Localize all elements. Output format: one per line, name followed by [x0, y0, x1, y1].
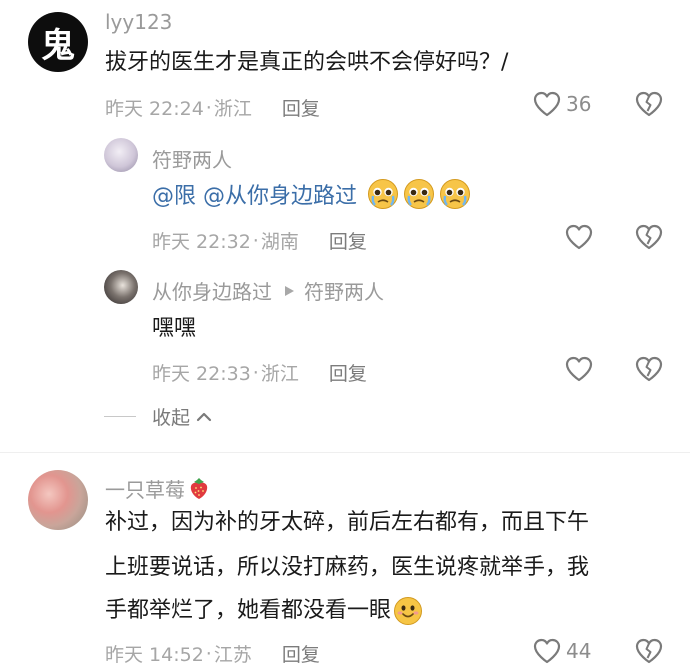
- reply-text: 嘿嘿: [152, 316, 197, 341]
- dislike-button[interactable]: [635, 91, 663, 117]
- broken-heart-icon: [635, 224, 663, 250]
- avatar[interactable]: [28, 470, 88, 530]
- comment-text-line: 手都举烂了，她看都没看一眼: [105, 598, 392, 623]
- comment-location: 浙江: [213, 98, 252, 120]
- reply-button[interactable]: 回复: [329, 359, 367, 386]
- heart-icon: [565, 356, 593, 382]
- pleading-emoji-icon: [368, 179, 398, 209]
- dislike-button[interactable]: [635, 638, 663, 664]
- broken-heart-icon: [635, 356, 663, 382]
- comment-meta: 昨天 22:24 · 浙江 回复: [105, 94, 320, 121]
- divider-line: [104, 416, 136, 417]
- separator: ·: [205, 642, 212, 665]
- chevron-up-icon: [196, 412, 212, 421]
- heart-icon: [533, 638, 561, 664]
- strawberry-icon: [190, 477, 208, 499]
- smile-emoji-icon: [394, 597, 423, 625]
- comment-time: 昨天 14:52: [105, 644, 204, 666]
- comment-header: 一只草莓: [105, 474, 210, 503]
- reply-button[interactable]: 回复: [282, 640, 320, 667]
- comment-text-line: 补过，因为补的牙太碎，前后左右都有，而且下午: [105, 510, 590, 535]
- reply-button[interactable]: 回复: [282, 94, 320, 121]
- separator: ·: [252, 361, 259, 384]
- reply-username[interactable]: 从你身边路过: [152, 276, 272, 305]
- collapse-label: 收起: [152, 407, 191, 429]
- comment-text-last-line: 手都举烂了，她看都没看一眼: [105, 596, 423, 626]
- collapse-replies-button[interactable]: 收起: [104, 403, 212, 430]
- comment-text-line: 上班要说话，所以没打麻药，医生说疼就举手，我: [105, 555, 590, 580]
- like-button[interactable]: 44: [533, 638, 591, 664]
- comment-username[interactable]: 一只草莓: [105, 474, 185, 503]
- dislike-button[interactable]: [635, 356, 663, 382]
- reply-location: 湖南: [260, 231, 299, 253]
- divider: [0, 452, 690, 453]
- heart-icon: [533, 91, 561, 117]
- comment-location: 江苏: [213, 644, 252, 666]
- like-button[interactable]: 36: [533, 91, 591, 117]
- pleading-emoji-icon: [404, 179, 434, 209]
- dislike-button[interactable]: [635, 224, 663, 250]
- comment-time: 昨天 22:24: [105, 98, 204, 120]
- reply-meta: 昨天 22:32 · 湖南 回复: [152, 227, 367, 254]
- broken-heart-icon: [635, 91, 663, 117]
- separator: ·: [252, 229, 259, 252]
- like-button[interactable]: [565, 356, 593, 382]
- reply-avatar[interactable]: [104, 138, 138, 172]
- comment-text: 拔牙的医生才是真正的会哄不会停好吗？/: [105, 50, 509, 75]
- like-button[interactable]: [565, 224, 593, 250]
- like-count: 44: [566, 639, 592, 663]
- like-count: 36: [566, 92, 592, 116]
- separator: ·: [205, 96, 212, 119]
- reply-time: 昨天 22:33: [152, 363, 251, 385]
- reply-avatar[interactable]: [104, 270, 138, 304]
- reply-to-username[interactable]: 符野两人: [304, 276, 384, 305]
- reply-location: 浙江: [260, 363, 299, 385]
- comment-username[interactable]: lyy123: [105, 10, 172, 34]
- reply-header: 从你身边路过 符野两人: [152, 276, 384, 305]
- reply-meta: 昨天 22:33 · 浙江 回复: [152, 359, 367, 386]
- play-arrow-icon: [285, 285, 294, 296]
- heart-icon: [565, 224, 593, 250]
- mention-text[interactable]: @限 @从你身边路过: [152, 178, 357, 210]
- reply-time: 昨天 22:32: [152, 231, 251, 253]
- comment-meta: 昨天 14:52 · 江苏 回复: [105, 640, 320, 667]
- broken-heart-icon: [635, 638, 663, 664]
- avatar[interactable]: 鬼: [28, 12, 88, 72]
- reply-button[interactable]: 回复: [329, 227, 367, 254]
- pleading-emoji-icon: [440, 179, 470, 209]
- avatar-glyph: 鬼: [41, 25, 75, 66]
- reply-text: @限 @从你身边路过: [152, 178, 471, 210]
- reply-username[interactable]: 符野两人: [152, 144, 232, 173]
